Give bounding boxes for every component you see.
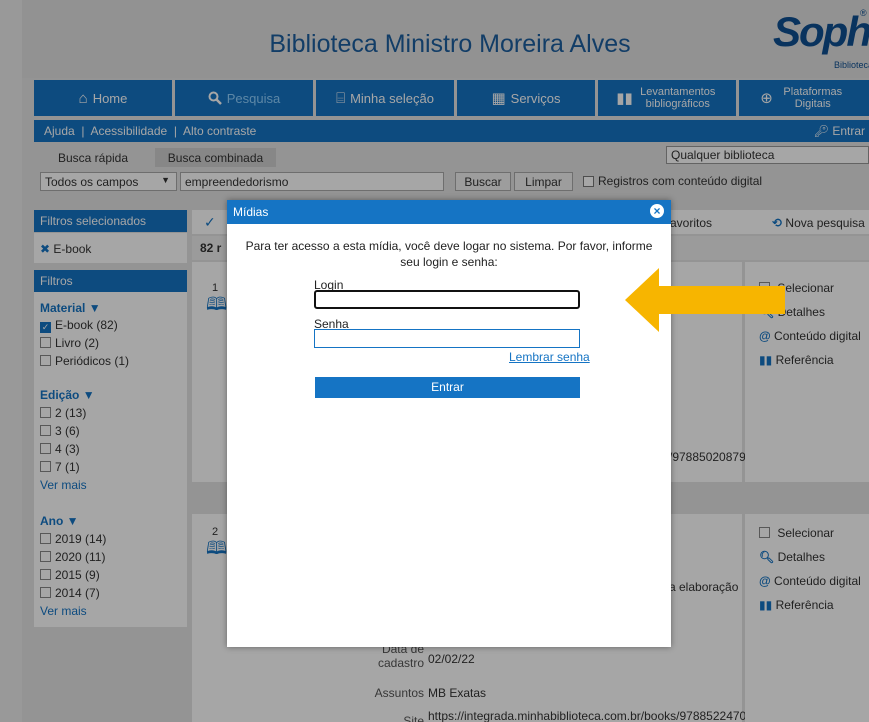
password-input[interactable] [314, 329, 580, 348]
remember-password-link[interactable]: Lembrar senha [509, 350, 590, 364]
dialog-header: Mídias [227, 200, 671, 224]
login-input[interactable] [314, 290, 580, 309]
arrow-pointer-icon [625, 268, 785, 332]
close-icon[interactable]: × [650, 204, 664, 218]
login-submit-button[interactable]: Entrar [315, 377, 580, 398]
dialog-title: Mídias [233, 205, 269, 219]
dialog-message: Para ter acesso a esta mídia, você deve … [245, 239, 653, 269]
media-login-dialog: Mídias × Para ter acesso a esta mídia, v… [227, 200, 671, 647]
